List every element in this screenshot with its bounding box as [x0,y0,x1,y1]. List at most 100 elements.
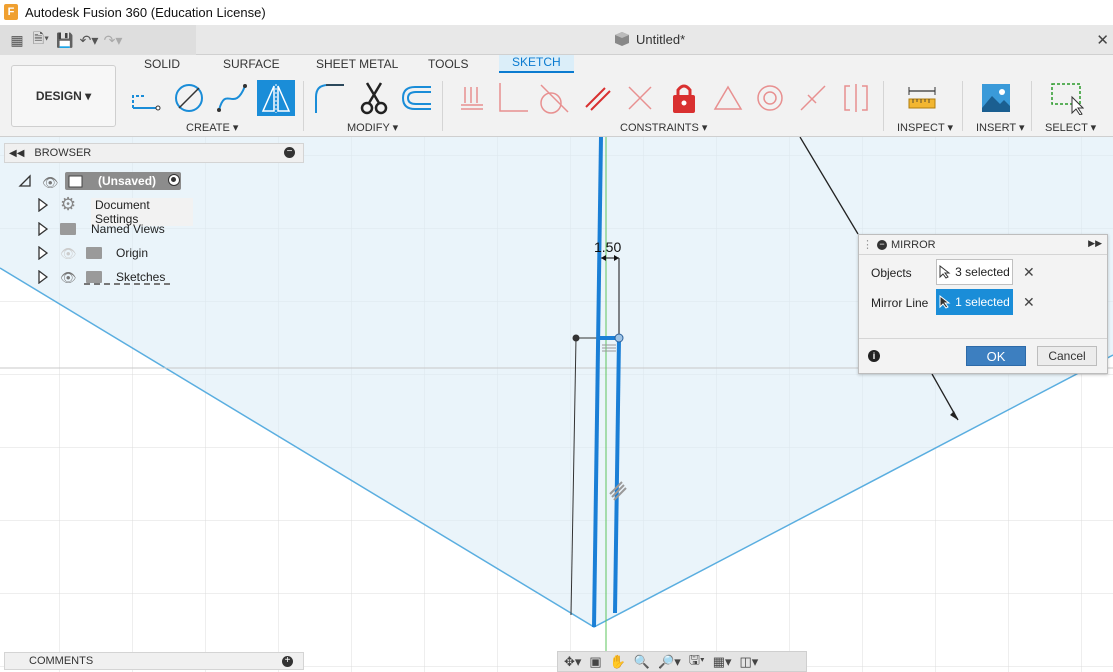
concentric-constraint-icon[interactable] [753,81,787,115]
expand-arrow-icon[interactable] [38,222,48,236]
symmetry-constraint-icon[interactable] [839,81,873,115]
select-window-icon[interactable] [1050,81,1084,115]
grid-settings-icon[interactable]: ▦▾ [713,654,732,670]
tab-sketch[interactable]: SKETCH [499,55,574,73]
clear-mirror-line-icon[interactable]: ✕ [1023,294,1035,311]
folder-icon [60,223,76,235]
browser-title: BROWSER [34,147,92,159]
group-create[interactable]: CREATE ▾ [186,121,238,134]
fillet-tool-icon[interactable] [312,81,346,115]
cursor-arrow-icon [939,265,951,279]
objects-label: Objects [871,266,912,280]
clear-objects-icon[interactable]: ✕ [1023,264,1035,281]
fit-icon[interactable]: 🔎▾ [658,654,681,670]
ribbon: DESIGN ▾ SOLID SURFACE SHEET METAL TOOLS… [0,55,1113,137]
browser-panel-header[interactable]: ◀◀ BROWSER − [4,143,304,163]
workspace-switcher-button[interactable]: DESIGN ▾ [11,65,116,127]
hidden-eye-icon[interactable]: 👁 [60,246,77,262]
offset-tool-icon[interactable] [399,81,433,115]
parallel-constraint-icon[interactable] [581,81,615,115]
window-title: Autodesk Fusion 360 (Education License) [25,4,266,20]
document-name: Untitled* [636,31,686,47]
perpendicular-constraint-icon[interactable] [496,81,530,115]
spline-tool-icon[interactable] [215,81,249,115]
add-comment-icon[interactable]: + [282,656,293,667]
tree-root-label: (Unsaved) [98,174,157,188]
measure-ruler-icon[interactable] [905,81,939,115]
dimension-label[interactable]: 1.50 [594,239,621,255]
grid-menu-icon[interactable]: ▦ [8,31,26,49]
tree-root[interactable]: 👁 (Unsaved) [18,171,188,191]
tab-solid[interactable]: SOLID [144,57,180,71]
insert-image-icon[interactable] [979,81,1013,115]
file-icon[interactable]: 🗎▾ [32,30,50,49]
comments-panel-header[interactable]: COMMENTS + [4,652,304,670]
tree-item-label: Origin [116,246,149,260]
look-at-icon[interactable]: ▣ [589,654,601,670]
collinear-constraint-icon[interactable] [623,81,657,115]
activate-radio-icon[interactable] [168,174,180,186]
mirror-tool-icon[interactable] [257,80,295,116]
group-insert[interactable]: INSERT ▾ [976,121,1025,134]
visibility-eye-icon[interactable]: 👁 [42,175,59,191]
objects-selection-button[interactable]: 3 selected [936,259,1013,285]
navigation-bar: ✥▾ ▣ ✋ 🔍 🔎▾ 🖫▾ ▦▾ ◫▾ [557,651,807,672]
group-select[interactable]: SELECT ▾ [1045,121,1096,134]
folder-icon [86,247,102,259]
undo-icon[interactable]: ↶▾ [80,31,99,49]
expand-arrow-icon[interactable] [38,198,48,212]
fix-lock-icon[interactable] [667,81,701,115]
trim-scissors-icon[interactable] [357,81,391,115]
midpoint-constraint-icon[interactable] [796,81,830,115]
tab-tools[interactable]: TOOLS [428,57,468,71]
zoom-icon[interactable]: 🔍 [634,654,650,670]
tree-item-document-settings[interactable]: ⚙ Document Settings [38,194,193,226]
drag-handle-icon[interactable]: ⋮ [862,238,873,251]
tangent-constraint-icon[interactable] [536,81,570,115]
mirror-dialog-header[interactable]: ⋮ − MIRROR ▶▶ [859,235,1107,255]
cancel-button[interactable]: Cancel [1037,346,1097,366]
document-tab[interactable]: Untitled* [614,31,685,47]
mirror-line-selection-button[interactable]: 1 selected [936,289,1013,315]
equal-triangle-icon[interactable] [711,81,745,115]
viewports-icon[interactable]: ◫▾ [740,654,759,670]
visibility-eye-icon[interactable]: 👁 [60,270,77,286]
mirror-dialog-title: MIRROR [891,238,936,251]
tree-item-origin[interactable]: 👁 Origin [38,243,158,263]
collapse-icon[interactable]: − [877,239,887,250]
orbit-icon[interactable]: ✥▾ [564,654,581,670]
display-settings-icon[interactable]: 🖫▾ [689,651,705,672]
tree-item-label: Sketches [116,270,166,284]
tree-item-named-views[interactable]: Named Views [38,219,168,239]
close-tab-icon[interactable]: ✕ [1096,31,1109,49]
collapse-double-arrow-icon[interactable]: ◀◀ [9,148,24,159]
tab-surface[interactable]: SURFACE [223,57,280,71]
coincident-constraint-icon[interactable] [455,81,489,115]
info-icon[interactable]: i [868,350,880,362]
tree-item-sketches[interactable]: 👁 Sketches [38,267,173,287]
fusion-logo-icon: F [4,4,18,20]
save-icon[interactable]: 💾 [56,31,74,49]
expand-arrow-icon[interactable] [38,246,48,260]
expand-arrow-icon[interactable] [38,270,48,284]
minimize-icon[interactable]: − [284,147,295,158]
ok-button[interactable]: OK [966,346,1026,366]
pan-hand-icon[interactable]: ✋ [610,654,626,670]
group-constraints[interactable]: CONSTRAINTS ▾ [620,121,707,134]
group-inspect[interactable]: INSPECT ▾ [897,121,953,134]
tree-item-label: Named Views [91,222,165,236]
expand-triangle-icon[interactable] [18,174,32,188]
redo-icon[interactable]: ↷▾ [104,31,123,49]
quick-access-bar: ▦ 🗎▾ 💾 ↶▾ ↷▾ Untitled* ✕ [0,25,1113,55]
group-modify[interactable]: MODIFY ▾ [347,121,398,134]
circle-tool-icon[interactable] [172,81,206,115]
tab-sheet-metal[interactable]: SHEET METAL [316,57,398,71]
cursor-arrow-icon [939,295,951,309]
gear-icon: ⚙ [60,194,77,214]
mirror-line-label: Mirror Line [871,296,929,310]
title-bar: F Autodesk Fusion 360 (Education License… [0,0,1113,24]
component-icon [68,175,83,188]
line-tool-icon[interactable] [129,81,163,115]
expand-double-arrow-icon[interactable]: ▶▶ [1088,238,1102,249]
cube-icon [615,32,629,46]
